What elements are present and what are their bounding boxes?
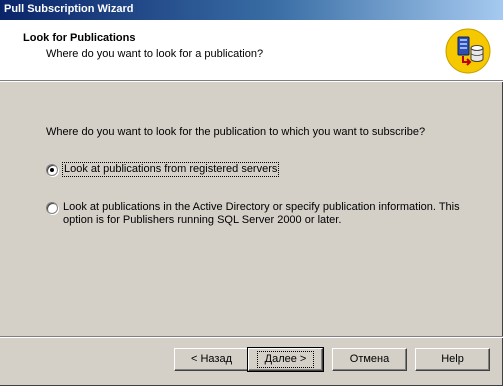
question-label: Where do you want to look for the public…	[46, 126, 426, 138]
back-button[interactable]: < Назад	[174, 348, 249, 371]
option-label[interactable]: Look at publications from registered ser…	[61, 162, 280, 177]
option-active-directory[interactable]: Look at publications in the Active Direc…	[46, 201, 466, 227]
wizard-window: Pull Subscription Wizard Look for Public…	[0, 0, 503, 386]
cancel-button-label: Отмена	[349, 353, 390, 365]
cancel-button[interactable]: Отмена	[332, 348, 407, 371]
database-server-icon	[445, 28, 491, 74]
option-registered-servers[interactable]: Look at publications from registered ser…	[46, 162, 280, 177]
page-subtitle: Where do you want to look for a publicat…	[46, 48, 264, 60]
back-button-label: < Назад	[191, 353, 232, 365]
window-title: Pull Subscription Wizard	[4, 3, 134, 15]
radio-active-directory[interactable]	[46, 202, 58, 214]
footer-divider	[0, 336, 503, 338]
help-button[interactable]: Help	[415, 348, 490, 371]
header-divider	[0, 80, 503, 82]
page-title: Look for Publications	[23, 32, 136, 44]
title-bar[interactable]: Pull Subscription Wizard	[0, 0, 503, 20]
option-label[interactable]: Look at publications in the Active Direc…	[63, 201, 466, 227]
radio-registered-servers[interactable]	[46, 164, 58, 176]
help-button-label: Help	[441, 353, 464, 365]
next-button-label: Далее >	[256, 351, 315, 368]
wizard-header: Look for Publications Where do you want …	[0, 20, 503, 80]
next-button[interactable]: Далее >	[247, 347, 324, 372]
